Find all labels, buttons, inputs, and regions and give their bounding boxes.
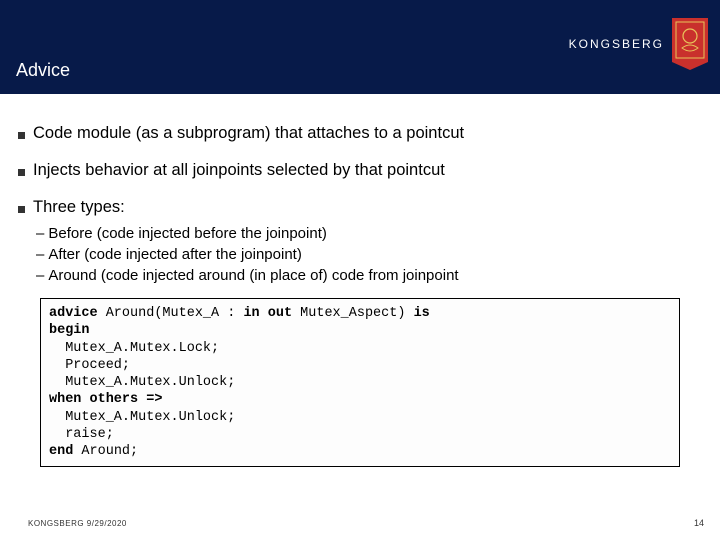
bullet-text: Code module (as a subprogram) that attac…: [33, 124, 464, 143]
code-text: Mutex_A.Mutex.Lock;: [49, 341, 219, 356]
dash-bullet-icon: –: [36, 246, 44, 263]
bullet-text: Injects behavior at all joinpoints selec…: [33, 161, 445, 180]
page-number: 14: [694, 518, 704, 528]
brand-block: KONGSBERG: [569, 18, 708, 70]
square-bullet-icon: [18, 169, 25, 176]
sub-bullet-item: – After (code injected after the joinpoi…: [36, 246, 702, 263]
sub-bullet-text: After (code injected after the joinpoint…: [48, 246, 301, 263]
code-text: Mutex_A.Mutex.Unlock;: [49, 375, 235, 390]
kw: when others =>: [49, 392, 162, 407]
kw: is: [414, 306, 430, 321]
crest-icon: [672, 18, 708, 70]
sub-bullet-text: Before (code injected before the joinpoi…: [48, 225, 327, 242]
bullet-item: Three types:: [18, 198, 702, 217]
square-bullet-icon: [18, 132, 25, 139]
code-text: Mutex_Aspect): [292, 306, 414, 321]
bullet-item: Code module (as a subprogram) that attac…: [18, 124, 702, 143]
slide-header: Advice KONGSBERG: [0, 0, 720, 94]
code-text: Around;: [73, 444, 138, 459]
bullet-item: Injects behavior at all joinpoints selec…: [18, 161, 702, 180]
sub-bullet-item: – Before (code injected before the joinp…: [36, 225, 702, 242]
sub-bullet-text: Around (code injected around (in place o…: [48, 267, 458, 284]
brand-text: KONGSBERG: [569, 37, 664, 51]
code-text: raise;: [49, 427, 114, 442]
slide-body: Code module (as a subprogram) that attac…: [0, 94, 720, 467]
code-text: Proceed;: [49, 358, 130, 373]
bullet-text: Three types:: [33, 198, 125, 217]
footer-text: KONGSBERG 9/29/2020: [28, 519, 127, 528]
code-block: advice Around(Mutex_A : in out Mutex_Asp…: [40, 298, 680, 467]
dash-bullet-icon: –: [36, 225, 44, 242]
dash-bullet-icon: –: [36, 267, 44, 284]
code-text: Mutex_A.Mutex.Unlock;: [49, 410, 235, 425]
kw: end: [49, 444, 73, 459]
code-text: Around(Mutex_A :: [98, 306, 244, 321]
sub-bullet-item: – Around (code injected around (in place…: [36, 267, 702, 284]
kw: begin: [49, 323, 90, 338]
slide-title: Advice: [16, 60, 70, 81]
kw: in out: [243, 306, 292, 321]
square-bullet-icon: [18, 206, 25, 213]
kw: advice: [49, 306, 98, 321]
